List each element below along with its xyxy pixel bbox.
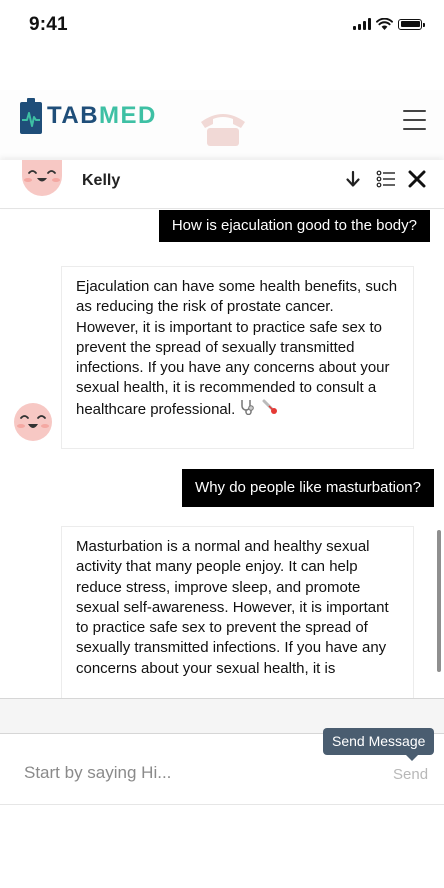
tabmed-logo[interactable]: TABMED <box>20 96 157 136</box>
tooltip-arrow <box>406 755 418 761</box>
user-message: Why do people like masturbation? <box>182 469 434 507</box>
phone-watermark-icon <box>201 114 245 146</box>
message-input[interactable] <box>24 758 354 788</box>
send-button[interactable]: Send <box>393 766 428 783</box>
hamburger-menu-icon[interactable] <box>403 110 426 130</box>
send-message-tooltip: Send Message <box>323 728 435 755</box>
status-icons <box>353 18 425 30</box>
battery-icon <box>398 18 425 30</box>
bot-message-text: Ejaculation can have some health benefit… <box>76 278 398 418</box>
status-time: 9:41 <box>29 14 68 35</box>
bot-message: Masturbation is a normal and healthy sex… <box>61 526 414 698</box>
agent-name: Kelly <box>82 172 121 189</box>
bot-message: Ejaculation can have some health benefit… <box>61 266 414 449</box>
thermometer-emoji-icon <box>261 399 279 421</box>
user-message: How is ejaculation good to the body? <box>158 210 430 242</box>
chat-scrollbar[interactable] <box>437 530 441 672</box>
logo-mark-icon <box>20 98 42 134</box>
bot-avatar <box>14 403 52 441</box>
bot-message-text: Masturbation is a normal and healthy sex… <box>76 538 389 677</box>
list-icon[interactable] <box>376 170 396 188</box>
arrow-down-icon[interactable] <box>344 170 362 188</box>
agent-avatar <box>22 160 62 196</box>
logo-text-accent: MED <box>99 102 157 129</box>
stethoscope-emoji-icon <box>239 399 257 421</box>
logo-text-primary: TAB <box>47 102 100 129</box>
close-icon[interactable] <box>408 170 426 188</box>
cellular-signal-icon <box>353 18 371 30</box>
logo-wordmark: TABMED <box>47 102 157 130</box>
wifi-icon <box>376 18 393 30</box>
